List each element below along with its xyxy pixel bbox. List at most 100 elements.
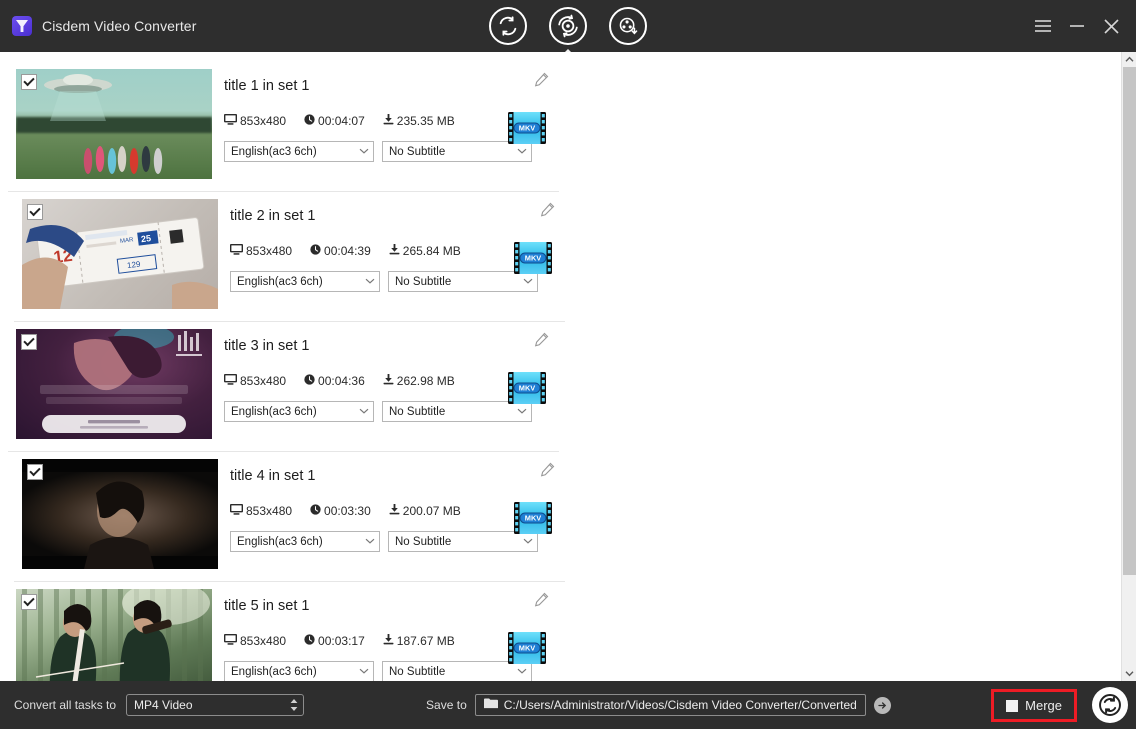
duration-value: 00:03:17 bbox=[318, 634, 365, 648]
edit-pencil-icon[interactable] bbox=[534, 592, 549, 612]
chevron-down-icon bbox=[517, 147, 527, 157]
task-size: 235.35 MB bbox=[383, 114, 455, 128]
mkv-film-badge-icon[interactable]: MKV bbox=[507, 370, 547, 406]
thumbnail-image-boarding-pass-ticket: 12 25 MAR 129 bbox=[22, 199, 218, 309]
close-icon[interactable] bbox=[1094, 9, 1128, 43]
resolution-value: 853x480 bbox=[246, 504, 293, 518]
task-checkbox[interactable] bbox=[27, 464, 43, 480]
task-size: 262.98 MB bbox=[383, 374, 455, 388]
mkv-film-badge-icon[interactable]: MKV bbox=[513, 240, 553, 276]
monitor-icon bbox=[224, 114, 237, 128]
folder-icon bbox=[483, 698, 498, 712]
download-icon bbox=[383, 374, 394, 388]
task-size: 265.84 MB bbox=[389, 244, 461, 258]
task-resolution: 853x480 bbox=[230, 504, 292, 518]
audio-track-select[interactable]: English(ac3 6ch) bbox=[230, 531, 380, 552]
edit-pencil-icon[interactable] bbox=[534, 72, 549, 92]
task-checkbox[interactable] bbox=[21, 334, 37, 350]
scroll-down-arrow-icon[interactable] bbox=[1122, 666, 1136, 681]
bottom-toolbar: Convert all tasks to MP4 Video Save to C… bbox=[0, 681, 1136, 729]
task-card: title 1 in set 1 853x480 00:04:07 235.35… bbox=[8, 62, 559, 192]
task-resolution: 853x480 bbox=[230, 244, 292, 258]
edit-pencil-icon[interactable] bbox=[534, 332, 549, 352]
task-title: title 5 in set 1 bbox=[224, 598, 310, 614]
resolution-value: 853x480 bbox=[246, 244, 293, 258]
task-checkbox[interactable] bbox=[21, 594, 37, 610]
task-info: title 2 in set 1 853x480 00:04:39 265.84… bbox=[218, 192, 565, 322]
audio-track-select[interactable]: English(ac3 6ch) bbox=[224, 141, 374, 162]
tab-downloader[interactable] bbox=[609, 7, 647, 45]
task-title: title 1 in set 1 bbox=[224, 78, 310, 94]
monitor-icon bbox=[230, 504, 243, 518]
audio-track-select[interactable]: English(ac3 6ch) bbox=[224, 401, 374, 422]
audio-track-value: English(ac3 6ch) bbox=[231, 145, 317, 158]
audio-track-value: English(ac3 6ch) bbox=[231, 665, 317, 678]
clock-icon bbox=[310, 244, 321, 258]
tab-dvd-ripper[interactable] bbox=[549, 7, 587, 45]
duration-value: 00:04:36 bbox=[318, 374, 365, 388]
task-thumbnail[interactable] bbox=[16, 329, 212, 439]
audio-track-select[interactable]: English(ac3 6ch) bbox=[224, 661, 374, 681]
task-resolution: 853x480 bbox=[224, 114, 286, 128]
task-checkbox[interactable] bbox=[21, 74, 37, 90]
output-format-select[interactable]: MP4 Video bbox=[126, 694, 305, 716]
size-value: 200.07 MB bbox=[402, 504, 461, 518]
task-thumbnail[interactable] bbox=[22, 459, 218, 569]
chevron-down-icon bbox=[365, 537, 375, 547]
size-value: 262.98 MB bbox=[396, 374, 455, 388]
app-logo-icon bbox=[12, 16, 32, 36]
chevron-down-icon bbox=[365, 277, 375, 287]
output-format-value: MP4 Video bbox=[134, 698, 193, 712]
thumbnail-image-violinists-forest bbox=[16, 589, 212, 681]
task-card: title 4 in set 1 853x480 00:03:30 200.07… bbox=[14, 452, 565, 582]
task-card: title 5 in set 1 853x480 00:03:17 187.67… bbox=[8, 582, 559, 681]
mkv-film-badge-icon[interactable]: MKV bbox=[507, 110, 547, 146]
vertical-scrollbar[interactable] bbox=[1121, 52, 1136, 681]
clock-icon bbox=[304, 114, 315, 128]
task-title: title 2 in set 1 bbox=[230, 208, 316, 224]
task-title: title 3 in set 1 bbox=[224, 338, 310, 354]
tab-convert[interactable] bbox=[489, 7, 527, 45]
task-thumbnail[interactable] bbox=[16, 69, 212, 179]
save-path-field[interactable]: C:/Users/Administrator/Videos/Cisdem Vid… bbox=[474, 694, 866, 716]
task-info: title 1 in set 1 853x480 00:04:07 235.35… bbox=[212, 62, 559, 192]
monitor-icon bbox=[224, 634, 237, 648]
chevron-down-icon bbox=[359, 667, 369, 677]
start-convert-button[interactable] bbox=[1092, 687, 1128, 723]
task-list-area: title 1 in set 1 853x480 00:04:07 235.35… bbox=[0, 52, 1136, 681]
download-icon bbox=[383, 114, 394, 128]
hamburger-menu-icon[interactable] bbox=[1026, 9, 1060, 43]
audio-track-value: English(ac3 6ch) bbox=[237, 275, 323, 288]
merge-checkbox-box[interactable] bbox=[1006, 699, 1019, 712]
svg-text:MKV: MKV bbox=[519, 384, 535, 393]
svg-text:MKV: MKV bbox=[519, 124, 535, 133]
thumbnail-image-ufo-over-field bbox=[16, 69, 212, 179]
merge-checkbox[interactable]: Merge bbox=[991, 689, 1077, 722]
scroll-up-arrow-icon[interactable] bbox=[1122, 52, 1136, 67]
minimize-icon[interactable] bbox=[1060, 9, 1094, 43]
thumbnail-image-dark-portrait bbox=[22, 459, 218, 569]
clock-icon bbox=[304, 634, 315, 648]
window-controls bbox=[1026, 0, 1128, 52]
clock-icon bbox=[310, 504, 321, 518]
task-duration: 00:04:07 bbox=[304, 114, 365, 128]
audio-track-select[interactable]: English(ac3 6ch) bbox=[230, 271, 380, 292]
edit-pencil-icon[interactable] bbox=[540, 202, 555, 222]
size-value: 265.84 MB bbox=[402, 244, 461, 258]
mkv-film-badge-icon[interactable]: MKV bbox=[507, 630, 547, 666]
task-duration: 00:03:17 bbox=[304, 634, 365, 648]
task-thumbnail[interactable] bbox=[16, 589, 212, 681]
open-folder-go-button[interactable] bbox=[873, 696, 891, 714]
duration-value: 00:04:39 bbox=[324, 244, 371, 258]
title-bar: Cisdem Video Converter bbox=[0, 0, 1136, 52]
edit-pencil-icon[interactable] bbox=[540, 462, 555, 482]
task-duration: 00:03:30 bbox=[310, 504, 371, 518]
mkv-film-badge-icon[interactable]: MKV bbox=[513, 500, 553, 536]
task-duration: 00:04:39 bbox=[310, 244, 371, 258]
task-checkbox[interactable] bbox=[27, 204, 43, 220]
task-card: 12 25 MAR 129 title 2 in set 1 853x480 0… bbox=[14, 192, 565, 322]
scrollbar-thumb[interactable] bbox=[1123, 67, 1136, 575]
audio-track-value: English(ac3 6ch) bbox=[237, 535, 323, 548]
task-thumbnail[interactable]: 12 25 MAR 129 bbox=[22, 199, 218, 309]
chevron-down-icon bbox=[517, 407, 527, 417]
